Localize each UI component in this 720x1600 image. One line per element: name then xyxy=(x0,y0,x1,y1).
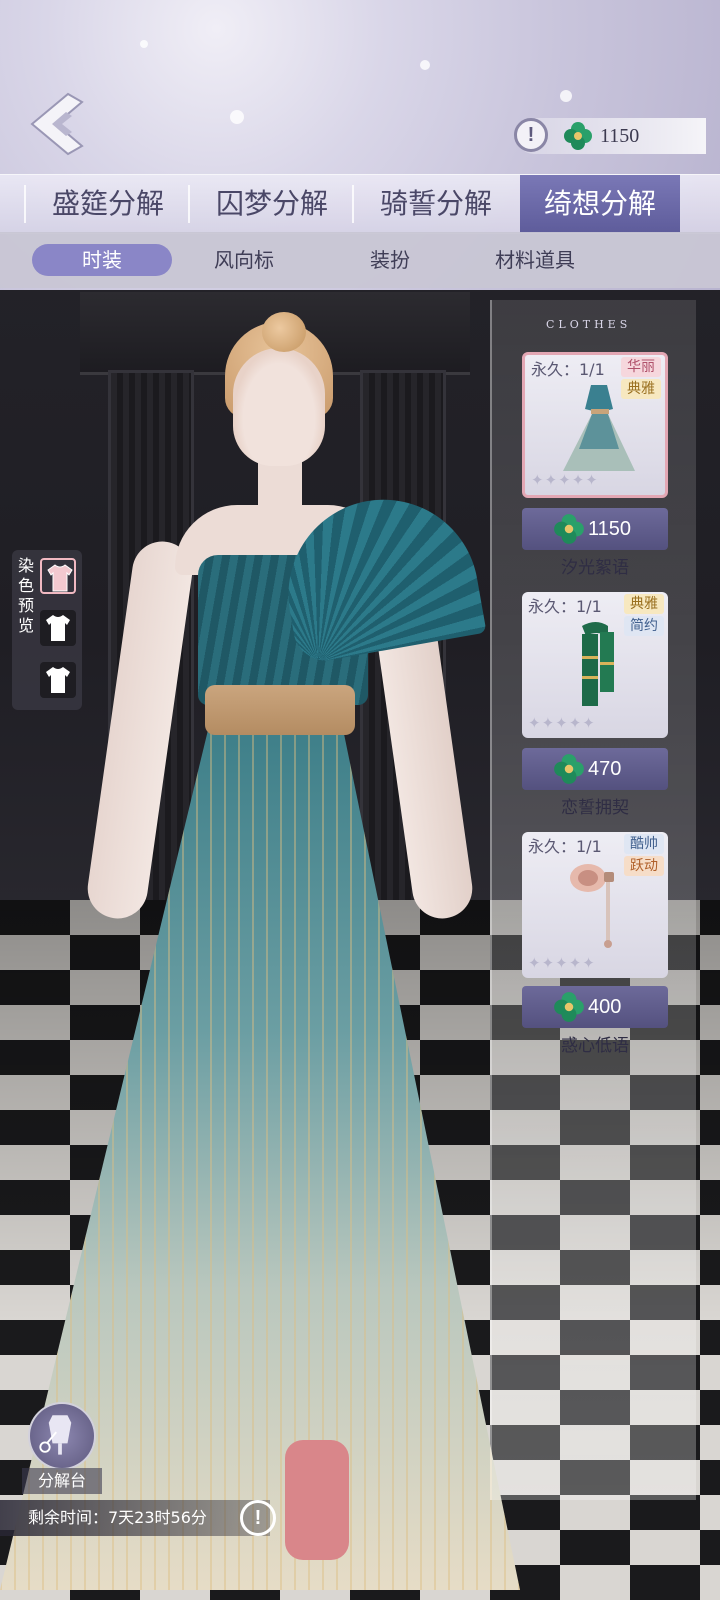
item-tag: 典雅 xyxy=(624,594,664,614)
price-button-1[interactable]: 1150 xyxy=(522,508,668,550)
tab-qixiang-decompose[interactable]: 绮想分解 xyxy=(520,175,680,233)
dye-swatch-pink[interactable] xyxy=(40,558,76,594)
price-button-3[interactable]: 400 xyxy=(522,986,668,1028)
item-card-3[interactable]: 永久：1/1 酷帅 跃动 ✦✦✦✦✦ xyxy=(522,832,668,978)
item-tag: 华丽 xyxy=(621,357,661,377)
remaining-time-text: 剩余时间：7天23时56分 xyxy=(28,1508,207,1527)
green-clover-gem-icon xyxy=(554,992,584,1022)
price-button-2[interactable]: 470 xyxy=(522,748,668,790)
item-permanence: 永久：1/1 xyxy=(531,360,605,379)
sparkle xyxy=(140,40,148,48)
currency-info-icon[interactable]: ! xyxy=(514,118,548,152)
decompose-station-label: 分解台 xyxy=(22,1468,102,1494)
subtab-materials[interactable]: 材料道具 xyxy=(470,244,600,276)
sparkle xyxy=(230,110,244,124)
item-name: 汐光絮语 xyxy=(561,558,629,578)
gown-thumbnail xyxy=(563,385,635,471)
microphone-thumbnail xyxy=(570,864,614,948)
green-clover-gem-icon xyxy=(564,122,592,150)
item-name: 恋誓拥契 xyxy=(561,798,629,818)
green-clover-gem-icon xyxy=(554,754,584,784)
panel-header: CLOTHES xyxy=(546,318,632,331)
item-tag: 酷帅 xyxy=(624,834,664,854)
dye-swatch-white-1[interactable] xyxy=(40,610,76,646)
item-permanence: 永久：1/1 xyxy=(528,837,602,856)
subtab-weathervane[interactable]: 风向标 xyxy=(184,244,304,276)
back-arrow-icon xyxy=(30,92,84,156)
green-clover-gem-icon xyxy=(554,514,584,544)
character-face xyxy=(233,348,325,466)
subtab-fashion[interactable]: 时装 xyxy=(32,244,172,276)
main-tab-bar: 盛筵分解 囚梦分解 骑誓分解 绮想分解 xyxy=(0,174,720,234)
character-shoe xyxy=(285,1440,349,1560)
item-stars: ✦✦✦✦✦ xyxy=(531,471,599,489)
decompose-station-button[interactable] xyxy=(28,1402,96,1470)
subtab-accessories[interactable]: 装扮 xyxy=(330,244,450,276)
item-name: 惑心低语 xyxy=(561,1036,629,1056)
character-hair-bun xyxy=(262,312,306,352)
item-permanence: 永久：1/1 xyxy=(528,597,602,616)
dye-swatch-white-2[interactable] xyxy=(40,662,76,698)
tab-divider xyxy=(188,185,190,223)
price-value: 470 xyxy=(588,758,622,780)
tab-divider xyxy=(24,185,26,223)
shirt-icon xyxy=(40,610,76,646)
tab-qishi-decompose[interactable]: 骑誓分解 xyxy=(356,175,516,233)
sparkle xyxy=(560,90,572,102)
sparkle xyxy=(420,60,430,70)
shirt-icon xyxy=(40,662,76,698)
price-value: 400 xyxy=(588,996,622,1018)
item-card-2[interactable]: 永久：1/1 典雅 简约 ✦✦✦✦✦ xyxy=(522,592,668,738)
shirt-icon xyxy=(47,564,73,592)
scarf-thumbnail xyxy=(582,622,614,706)
dye-preview-label: 染色预览 xyxy=(17,556,34,635)
item-stars: ✦✦✦✦✦ xyxy=(528,954,596,972)
price-value: 1150 xyxy=(588,518,632,540)
tab-divider xyxy=(352,185,354,223)
back-button[interactable] xyxy=(22,88,94,160)
gown-belt xyxy=(205,685,355,735)
tab-qiumeng-decompose[interactable]: 囚梦分解 xyxy=(192,175,352,233)
sub-tab-bar: 时装 风向标 装扮 材料道具 xyxy=(0,232,720,288)
currency-amount: 1150 xyxy=(600,125,640,147)
item-stars: ✦✦✦✦✦ xyxy=(528,714,596,732)
item-card-1[interactable]: 永久：1/1 华丽 典雅 ✦✦✦✦✦ xyxy=(522,352,668,498)
timer-info-icon[interactable]: ! xyxy=(240,1500,276,1536)
tab-shengyan-decompose[interactable]: 盛筵分解 xyxy=(28,175,188,233)
mannequin-scissors-icon xyxy=(39,1415,72,1455)
